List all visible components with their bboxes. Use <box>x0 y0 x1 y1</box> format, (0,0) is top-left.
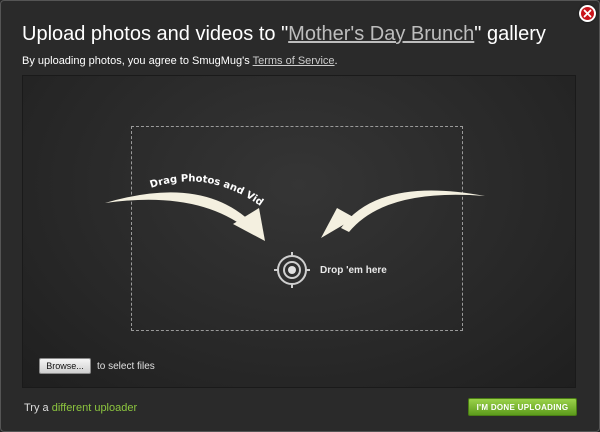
right-arrow-icon <box>321 190 485 238</box>
gallery-name-link[interactable]: Mother's Day Brunch <box>288 23 474 45</box>
title-prefix: Upload photos and videos to " <box>22 23 289 45</box>
terms-of-service-link[interactable]: Terms of Service <box>253 55 335 67</box>
alternate-uploader-text: Try a different uploader <box>24 402 137 414</box>
drag-label: Drag Photos and Videos <box>23 76 265 209</box>
title-suffix: " gallery <box>474 23 546 45</box>
different-uploader-link[interactable]: different uploader <box>52 402 137 414</box>
drop-here-label: Drop 'em here <box>320 265 387 276</box>
close-button[interactable] <box>579 5 596 22</box>
target-icon <box>274 252 310 288</box>
close-icon <box>583 9 592 18</box>
try-prefix: Try a <box>24 402 52 414</box>
terms-suffix: . <box>334 55 338 67</box>
dialog-title: Upload photos and videos to "Mother's Da… <box>22 23 546 46</box>
terms-prefix: By uploading photos, you agree to SmugMu… <box>22 55 253 67</box>
left-arrow-icon <box>105 192 265 241</box>
browse-hint: to select files <box>97 361 155 372</box>
drag-drop-illustration: Drag Photos and Videos <box>23 76 485 288</box>
terms-notice: By uploading photos, you agree to SmugMu… <box>22 55 338 67</box>
browse-button[interactable]: Browse... <box>39 358 91 374</box>
done-uploading-button[interactable]: I'M DONE UPLOADING <box>468 398 577 416</box>
upload-dialog: Upload photos and videos to "Mother's Da… <box>0 0 600 432</box>
drop-area[interactable]: Drag Photos and Videos Drop 'em here Bro… <box>22 75 576 388</box>
